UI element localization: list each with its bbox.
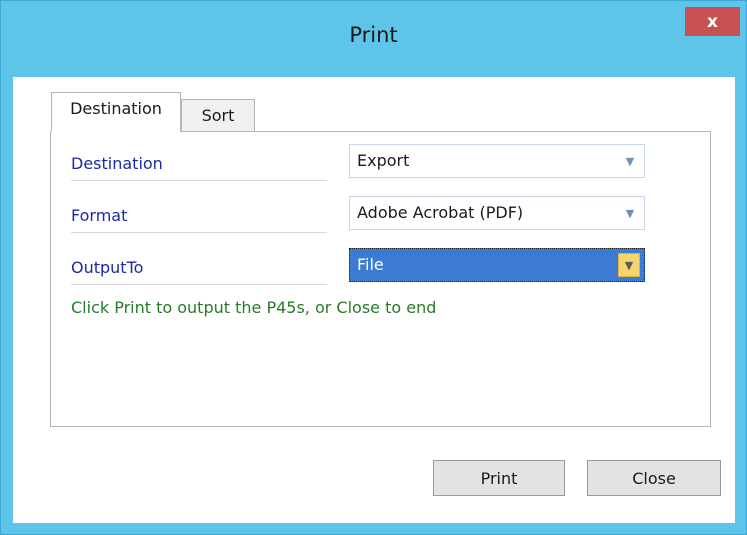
close-icon: x — [707, 11, 718, 32]
outputto-label: OutputTo — [71, 258, 327, 285]
format-label: Format — [71, 206, 327, 233]
window-title: Print — [349, 23, 398, 47]
close-button[interactable]: Close — [587, 460, 721, 496]
print-button[interactable]: Print — [433, 460, 565, 496]
chevron-down-icon[interactable]: ▼ — [620, 150, 640, 172]
destination-dropdown[interactable]: Export ▼ — [349, 144, 645, 178]
destination-value: Export — [357, 151, 410, 170]
dialog-client-area: Destination Sort Destination Export ▼ Fo… — [13, 77, 735, 523]
chevron-down-icon[interactable]: ▼ — [618, 253, 640, 277]
outputto-value: File — [357, 255, 384, 274]
title-bar[interactable]: Print x — [1, 1, 746, 77]
tab-sort[interactable]: Sort — [181, 99, 255, 132]
destination-tab-panel: Destination Export ▼ Format Adobe Acroba… — [50, 131, 711, 427]
format-dropdown[interactable]: Adobe Acrobat (PDF) ▼ — [349, 196, 645, 230]
print-dialog: Print x Destination Sort Destination Exp… — [0, 0, 747, 535]
chevron-down-icon[interactable]: ▼ — [620, 202, 640, 224]
outputto-dropdown[interactable]: File ▼ — [349, 248, 645, 282]
format-value: Adobe Acrobat (PDF) — [357, 203, 524, 222]
close-window-button[interactable]: x — [685, 7, 740, 36]
destination-label: Destination — [71, 154, 327, 181]
instruction-text: Click Print to output the P45s, or Close… — [71, 298, 437, 317]
tab-destination[interactable]: Destination — [51, 92, 181, 132]
